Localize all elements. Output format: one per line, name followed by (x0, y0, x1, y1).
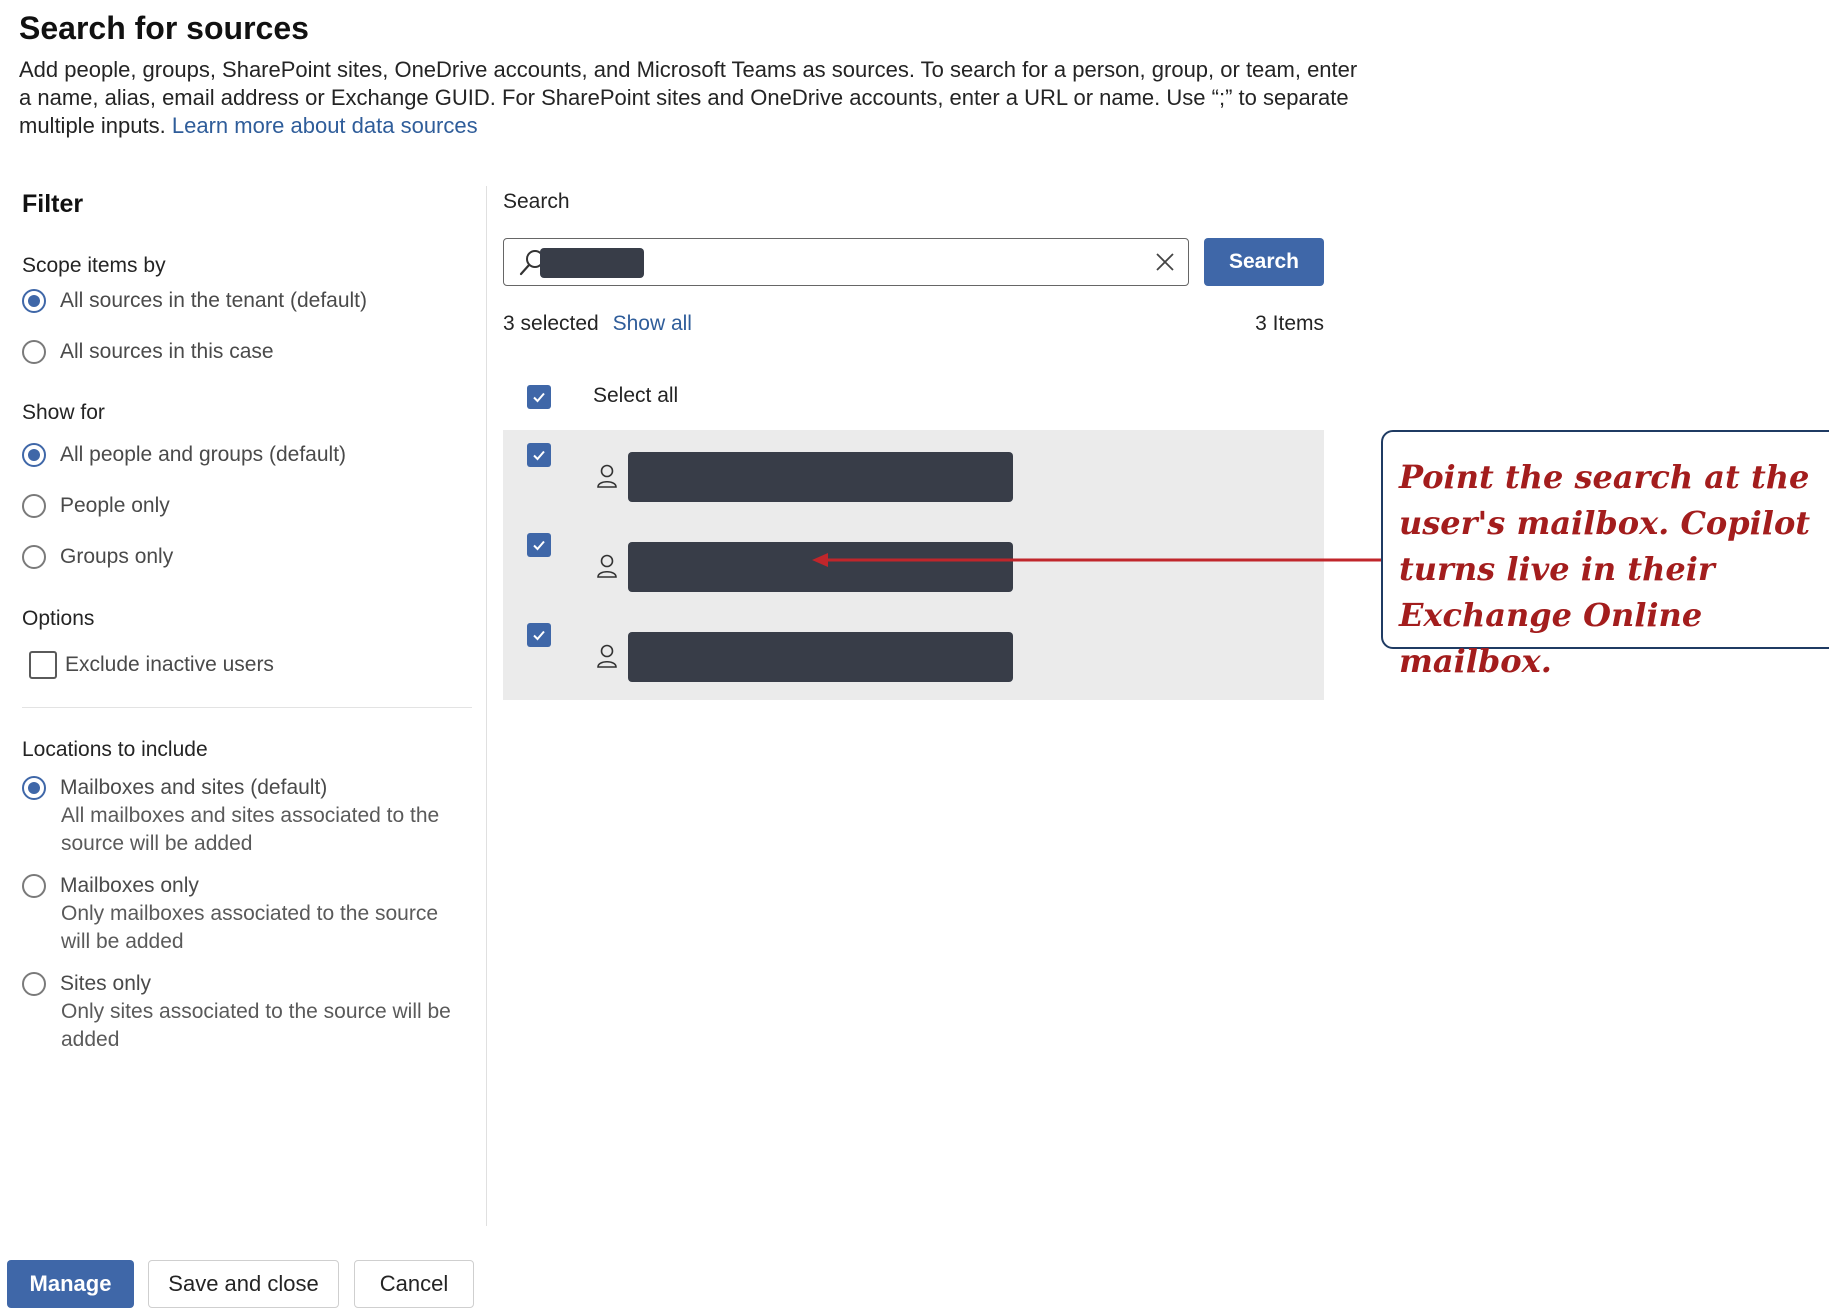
radio-selected-icon[interactable] (22, 443, 46, 467)
checkmark-icon (533, 450, 545, 461)
select-all-checkbox[interactable] (527, 385, 551, 409)
close-icon[interactable] (1154, 251, 1176, 273)
row-checkbox[interactable] (527, 623, 551, 647)
person-icon (597, 464, 617, 488)
list-item[interactable] (503, 610, 1324, 700)
row-checkbox[interactable] (527, 533, 551, 557)
locations-heading: Locations to include (22, 738, 208, 761)
location-option-mailboxes-sites[interactable]: Mailboxes and sites (default) All mailbo… (22, 776, 472, 858)
show-for-heading: Show for (22, 401, 105, 424)
save-and-close-button[interactable]: Save and close (148, 1260, 339, 1308)
person-icon (597, 554, 617, 578)
options-heading: Options (22, 607, 95, 630)
checkmark-icon (533, 392, 545, 403)
scope-heading: Scope items by (22, 254, 166, 277)
search-label: Search (503, 190, 570, 213)
checkmark-icon (533, 540, 545, 551)
select-all-label: Select all (593, 384, 679, 407)
exclude-inactive-label: Exclude inactive users (65, 653, 274, 676)
panel-divider (486, 186, 487, 1226)
intro-text: Add people, groups, SharePoint sites, On… (19, 56, 1364, 140)
radio-icon[interactable] (22, 972, 46, 996)
radio-selected-icon[interactable] (22, 289, 46, 313)
redacted-name (628, 452, 1013, 502)
list-item[interactable] (503, 430, 1324, 520)
scope-option-label: All sources in this case (60, 340, 274, 363)
show-for-option-label: Groups only (60, 545, 174, 568)
search-input[interactable] (503, 238, 1189, 286)
annotation-text: Point the search at the user's mailbox. … (1399, 458, 1811, 680)
show-for-option-people[interactable]: People only (22, 494, 170, 518)
manage-button[interactable]: Manage (7, 1260, 134, 1308)
scope-option-label: All sources in the tenant (default) (60, 289, 368, 312)
filter-heading: Filter (22, 190, 84, 218)
person-icon (597, 644, 617, 668)
show-for-option-label: People only (60, 494, 170, 517)
scope-option-tenant[interactable]: All sources in the tenant (default) (22, 289, 367, 313)
radio-selected-icon[interactable] (22, 776, 46, 800)
redacted-name (628, 632, 1013, 682)
radio-icon[interactable] (22, 494, 46, 518)
cancel-button[interactable]: Cancel (354, 1260, 474, 1308)
learn-more-link[interactable]: Learn more about data sources (172, 113, 478, 138)
show-for-option-groups[interactable]: Groups only (22, 545, 173, 569)
radio-icon[interactable] (22, 545, 46, 569)
redacted-search-text (540, 248, 644, 278)
location-option-label: Mailboxes and sites (default) (60, 776, 328, 799)
search-button[interactable]: Search (1204, 238, 1324, 286)
location-option-label: Sites only (60, 972, 152, 995)
radio-icon[interactable] (22, 874, 46, 898)
page-title: Search for sources (19, 10, 309, 46)
show-all-link[interactable]: Show all (613, 312, 692, 335)
row-checkbox[interactable] (527, 443, 551, 467)
location-option-label: Mailboxes only (60, 874, 199, 897)
radio-icon[interactable] (22, 340, 46, 364)
selected-count: 3 selected (503, 312, 599, 335)
location-option-sites[interactable]: Sites only Only sites associated to the … (22, 972, 472, 1054)
items-count: 3 Items (1255, 312, 1324, 335)
section-divider (22, 707, 472, 708)
exclude-inactive-checkbox[interactable] (29, 651, 57, 679)
show-for-option-label: All people and groups (default) (60, 443, 347, 466)
scope-option-case[interactable]: All sources in this case (22, 340, 274, 364)
show-for-option-all[interactable]: All people and groups (default) (22, 443, 346, 467)
location-option-mailboxes[interactable]: Mailboxes only Only mailboxes associated… (22, 874, 472, 956)
location-option-description: Only sites associated to the source will… (61, 1000, 451, 1051)
annotation-callout: Point the search at the user's mailbox. … (1381, 430, 1829, 680)
location-option-description: All mailboxes and sites associated to th… (61, 804, 440, 855)
checkmark-icon (533, 630, 545, 641)
selection-summary: 3 selected Show all (503, 312, 692, 336)
annotation-arrow-icon (812, 553, 1385, 567)
exclude-inactive-checkbox-row[interactable]: Exclude inactive users (29, 651, 274, 679)
location-option-description: Only mailboxes associated to the source … (61, 902, 439, 953)
